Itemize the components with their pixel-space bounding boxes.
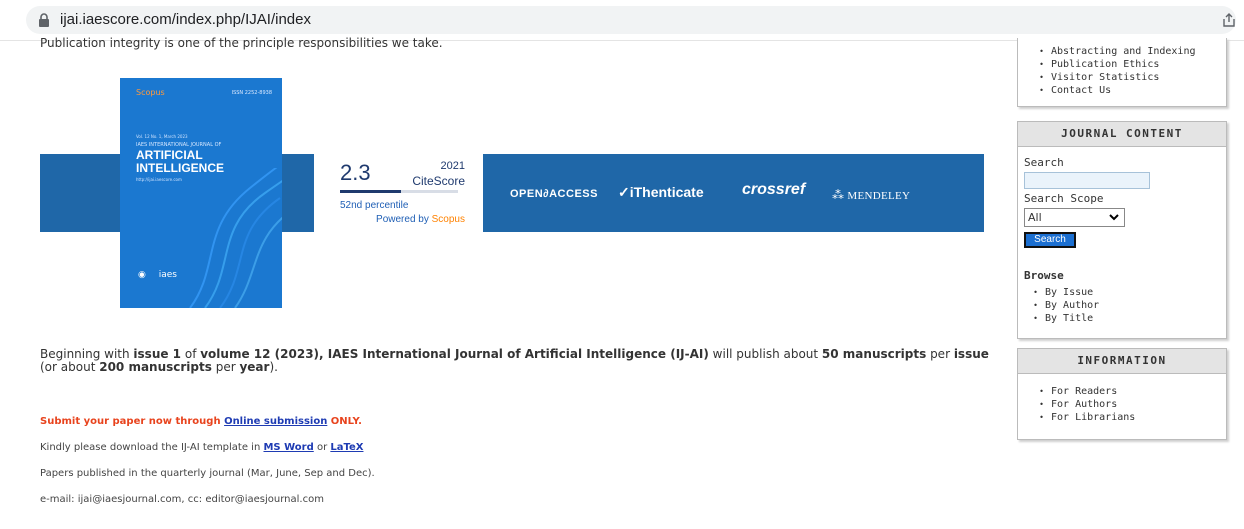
cover-wave-graphic: [189, 168, 282, 308]
powered-by: Powered by Scopus: [376, 214, 465, 225]
para-bold: issue: [953, 347, 989, 361]
sidebar-link-ethics[interactable]: Publication Ethics: [1026, 58, 1196, 71]
volume-announcement: Beginning with issue 1 of volume 12 (202…: [40, 348, 990, 374]
powered-by-brand: Scopus: [431, 214, 465, 225]
cover-scopus-label: Scopus: [136, 88, 165, 97]
browse-label: Browse: [1024, 269, 1064, 282]
mendeley-icon: ⁂: [832, 188, 845, 202]
online-submission-link[interactable]: Online submission: [224, 416, 327, 427]
chevron-down-icon: [1109, 214, 1119, 221]
para-bold: 50 manuscripts: [821, 347, 927, 361]
citescore-year: 2021: [440, 160, 465, 172]
publication-schedule: Papers published in the quarterly journa…: [40, 468, 375, 479]
citescore-label: CiteScore: [412, 174, 465, 188]
cover-volume: Vol. 12 No. 1, March 2023: [136, 134, 188, 139]
citescore-widget[interactable]: 2.3 2021 CiteScore 52nd percentile Power…: [340, 160, 465, 230]
mendeley-logo[interactable]: ⁂ MENDELEY: [832, 188, 910, 203]
search-scope-value: All: [1028, 211, 1042, 224]
cover-publisher: iaes: [158, 270, 177, 280]
browser-toolbar: ijai.iaescore.com/index.php/IJAI/index: [0, 0, 1244, 41]
para-bold: issue 1: [133, 347, 182, 361]
powered-by-text: Powered by: [376, 214, 432, 225]
info-for-readers[interactable]: For Readers: [1026, 385, 1135, 398]
url-text[interactable]: ijai.iaescore.com/index.php/IJAI/index: [60, 11, 311, 28]
search-input[interactable]: [1024, 172, 1150, 189]
mendeley-text: MENDELEY: [847, 190, 911, 202]
info-for-authors[interactable]: For Authors: [1026, 398, 1135, 411]
template-or: or: [313, 442, 331, 453]
para-bold: 200 manuscripts: [99, 360, 212, 374]
lock-icon[interactable]: [38, 13, 50, 27]
para-text: of: [181, 347, 201, 361]
sidebar-link-contact[interactable]: Contact Us: [1026, 84, 1196, 97]
browse-by-title[interactable]: By Title: [1020, 312, 1099, 325]
para-text: per: [926, 347, 954, 361]
info-for-librarians[interactable]: For Librarians: [1026, 411, 1135, 424]
para-bold: year: [239, 360, 270, 374]
submit-notice: Submit your paper now through Online sub…: [40, 416, 362, 427]
intro-text: Publication integrity is one of the prin…: [40, 36, 443, 50]
para-text: per: [211, 360, 240, 374]
sidebar-link-abstracting[interactable]: Abstracting and Indexing: [1026, 45, 1196, 58]
information-heading: INFORMATION: [1018, 349, 1226, 374]
search-scope-select[interactable]: All: [1024, 208, 1125, 227]
ithenticate-logo[interactable]: ✓iThenticate: [618, 184, 704, 201]
para-text: ).: [269, 360, 278, 374]
journal-content-heading: JOURNAL CONTENT: [1018, 122, 1226, 147]
journal-content-box: JOURNAL CONTENT Search Search Scope All …: [1017, 121, 1227, 339]
search-button[interactable]: Search: [1024, 232, 1076, 248]
para-text: will publish about: [708, 347, 822, 361]
cover-publisher-logos: ◉ iaes: [138, 270, 177, 280]
cover-issn: ISSN 2252-8938: [231, 90, 272, 96]
latex-template-link[interactable]: LaTeX: [330, 442, 363, 453]
journal-cover[interactable]: Scopus ISSN 2252-8938 Vol. 12 No. 1, Mar…: [120, 78, 282, 308]
crossref-logo[interactable]: crossref: [742, 181, 805, 199]
template-notice: Kindly please download the IJ-AI templat…: [40, 442, 363, 453]
percentile-text: 52nd percentile: [340, 200, 409, 211]
percentile-bar: [340, 190, 458, 193]
cover-url: http://ijai.iaescore.com: [136, 177, 182, 182]
submit-suffix: ONLY.: [327, 416, 362, 427]
publisher-logo-icon: ◉: [138, 270, 146, 280]
information-box: INFORMATION For Readers For Authors For …: [1017, 348, 1227, 440]
citescore-value: 2.3: [340, 160, 371, 185]
percentile-bar-fill: [340, 190, 402, 193]
sidebar-top-links: Abstracting and Indexing Publication Eth…: [1017, 38, 1227, 107]
para-bold: volume 12 (2023), IAES International Jou…: [200, 347, 709, 361]
sidebar-link-statistics[interactable]: Visitor Statistics: [1026, 71, 1196, 84]
open-access-logo[interactable]: OPEN∂ACCESS: [510, 188, 598, 200]
share-icon[interactable]: [1222, 12, 1236, 28]
browse-by-author[interactable]: By Author: [1020, 299, 1099, 312]
template-prefix: Kindly please download the IJ-AI templat…: [40, 442, 264, 453]
search-scope-label: Search Scope: [1024, 192, 1104, 205]
para-text: Beginning with: [40, 347, 134, 361]
cover-title-line1: ARTIFICIAL: [136, 148, 203, 162]
ms-word-template-link[interactable]: MS Word: [263, 442, 313, 453]
browse-by-issue[interactable]: By Issue: [1020, 286, 1099, 299]
para-text: (or about: [40, 360, 100, 374]
submit-prefix: Submit your paper now through: [40, 416, 225, 427]
search-label: Search: [1024, 156, 1064, 169]
journal-banner: Scopus ISSN 2252-8938 Vol. 12 No. 1, Mar…: [40, 78, 984, 308]
contact-email: e-mail: ijai@iaesjournal.com, cc: editor…: [40, 494, 324, 505]
